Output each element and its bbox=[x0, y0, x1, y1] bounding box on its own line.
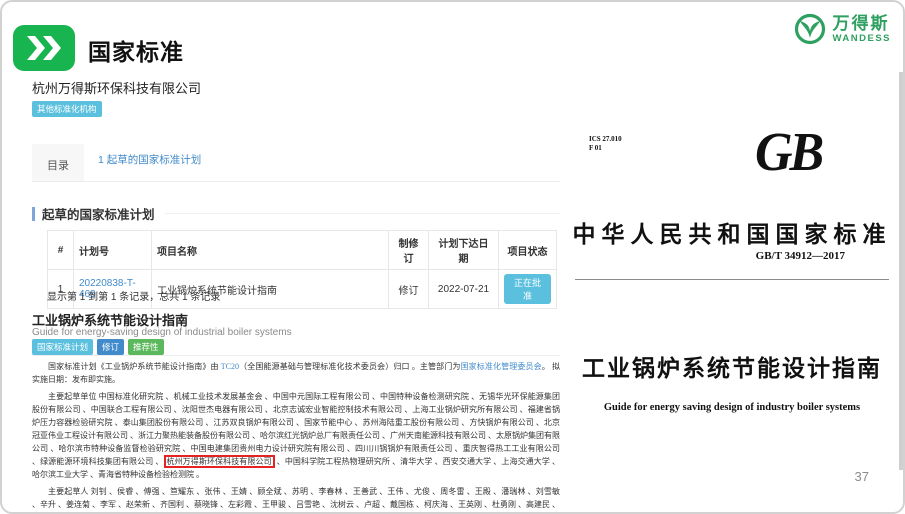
table-header-row: # 计划号 项目名称 制修订 计划下达日期 项目状态 bbox=[48, 231, 557, 270]
cover-subject-en: Guide for energy saving design of indust… bbox=[567, 402, 897, 413]
section-title: 起草的国家标准计划 bbox=[42, 204, 155, 223]
col-plan-no: 计划号 bbox=[74, 231, 152, 270]
section-divider bbox=[165, 213, 560, 214]
status-badge: 正在批准 bbox=[504, 274, 551, 304]
cell-status: 正在批准 bbox=[499, 270, 557, 309]
ics-line2: F 01 bbox=[589, 144, 622, 153]
section-header: 起草的国家标准计划 bbox=[32, 204, 560, 223]
p3-text: 主要起草人 刘钊 、侯睿 、傅强 、笪耀东 、张伟 、王婧 、顾全斌 、苏明 、… bbox=[32, 487, 560, 514]
standard-description: 国家标准计划《工业锅炉系统节能设计指南》由 TC20（全国能源基础与管理标准化技… bbox=[32, 360, 560, 514]
col-project-name: 项目名称 bbox=[152, 231, 389, 270]
slide: 国家标准 万得斯 WANDESS 杭州万得斯环保科技有限公司 其他标准化机构 目… bbox=[0, 0, 905, 514]
tag-national-plan: 国家标准计划 bbox=[32, 339, 93, 355]
wandess-logo: 万得斯 WANDESS bbox=[793, 12, 891, 46]
content-divider bbox=[32, 355, 560, 356]
toc-link[interactable]: 1 起草的国家标准计划 bbox=[98, 154, 201, 166]
tag-revision: 修订 bbox=[97, 339, 124, 355]
tc20-link[interactable]: TC20 bbox=[221, 362, 239, 371]
cover-rule bbox=[575, 279, 889, 280]
red-highlight-box-company: 杭州万得斯环保科技有限公司 bbox=[164, 455, 275, 468]
toc-label: 目录 bbox=[32, 144, 84, 181]
toc-panel: 目录 1 起草的国家标准计划 bbox=[32, 144, 560, 182]
logo-name-cn: 万得斯 bbox=[832, 15, 891, 32]
gb-standard-cover: ICS 27.010 F 01 GB 中华人民共和国国家标准 GB/T 3491… bbox=[567, 87, 897, 467]
tag-recommended: 推荐性 bbox=[128, 339, 164, 355]
p2-text: 主要起草单位 中国标准化研究院 、机械工业技术发展基金会 、中国中元国际工程有限… bbox=[32, 392, 560, 466]
standard-code: GB/T 34912—2017 bbox=[756, 250, 845, 262]
sac-link[interactable]: 国家标准化管理委员会 bbox=[461, 362, 542, 371]
page-edge-strip bbox=[899, 72, 903, 470]
fast-forward-icon bbox=[13, 25, 75, 71]
double-chevron-icon bbox=[25, 35, 63, 61]
cell-revision: 修订 bbox=[389, 270, 429, 309]
p1-text: （全国能源基础与管理标准化技术委员会）归口 。主管部门为 bbox=[239, 362, 461, 371]
wandess-emblem-icon bbox=[793, 12, 827, 46]
section-accent-bar bbox=[32, 207, 35, 221]
ics-code: ICS 27.010 F 01 bbox=[589, 135, 622, 153]
p1-text: 国家标准计划《工业锅炉系统节能设计指南》由 bbox=[48, 362, 221, 371]
col-status: 项目状态 bbox=[499, 231, 557, 270]
table-record-summary: 显示第 1 到第 1 条记录，总共 1 条记录 bbox=[47, 288, 220, 303]
toc-body: 1 起草的国家标准计划 bbox=[84, 144, 560, 181]
gb-logo: GB bbox=[755, 123, 855, 193]
company-title: 杭州万得斯环保科技有限公司 bbox=[32, 78, 560, 97]
col-revision: 制修订 bbox=[389, 231, 429, 270]
paragraph-drafters: 主要起草人 刘钊 、侯睿 、傅强 、笪耀东 、张伟 、王婧 、顾全斌 、苏明 、… bbox=[32, 485, 560, 514]
paragraph-drafting-units: 主要起草单位 中国标准化研究院 、机械工业技术发展基金会 、中国中元国际工程有限… bbox=[32, 390, 560, 481]
col-issue-date: 计划下达日期 bbox=[429, 231, 499, 270]
col-index: # bbox=[48, 231, 74, 270]
ics-line1: ICS 27.010 bbox=[589, 135, 622, 144]
webpage-screenshot: 杭州万得斯环保科技有限公司 其他标准化机构 目录 1 起草的国家标准计划 起草的… bbox=[32, 78, 560, 117]
cover-title: 中华人民共和国国家标准 bbox=[567, 215, 897, 249]
paragraph-plan-info: 国家标准计划《工业锅炉系统节能设计指南》由 TC20（全国能源基础与管理标准化技… bbox=[32, 360, 560, 386]
company-type-badge: 其他标准化机构 bbox=[32, 101, 102, 117]
cell-issue-date: 2022-07-21 bbox=[429, 270, 499, 309]
standard-tags: 国家标准计划 修订 推荐性 bbox=[32, 339, 164, 355]
page-title: 国家标准 bbox=[88, 33, 184, 67]
logo-name-en: WANDESS bbox=[832, 34, 891, 44]
standard-title-en: Guide for energy-saving design of indust… bbox=[32, 327, 292, 338]
gb-logo-text: GB bbox=[755, 122, 821, 184]
page-number: 37 bbox=[855, 469, 869, 484]
cover-subject-cn: 工业锅炉系统节能设计指南 bbox=[567, 349, 897, 383]
